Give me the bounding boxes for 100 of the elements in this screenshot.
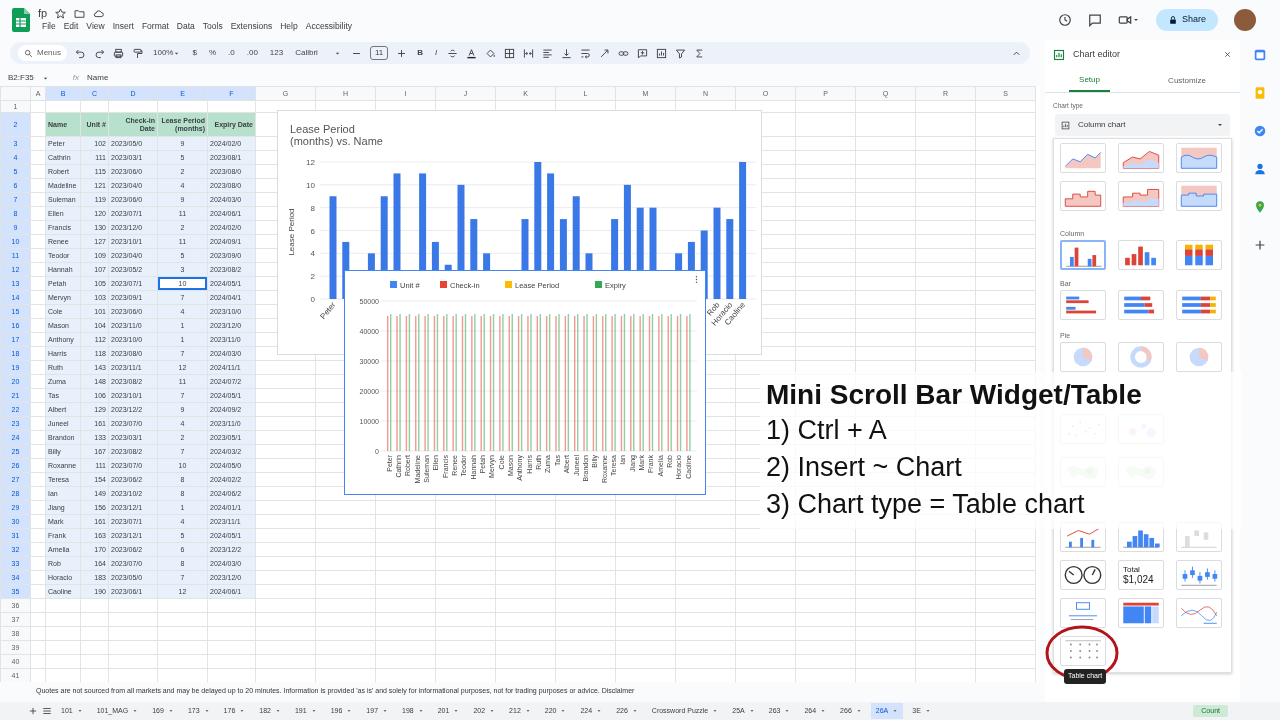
menu-item[interactable]: File [38,20,60,33]
caret-icon [924,708,931,714]
add-sheet-icon[interactable] [28,706,38,716]
merge-cells-icon[interactable] [523,47,535,59]
caret-icon [712,708,719,714]
caret-icon [524,708,531,714]
caret-icon [167,708,174,714]
menu-item[interactable]: Insert [108,20,138,33]
menu-item[interactable]: Help [276,20,302,33]
menu-item[interactable]: Accessibility [301,20,356,33]
chart-type-dropdown[interactable]: Column chart [1055,114,1230,137]
caret-icon [239,708,246,714]
caption-step: 3) Chart type = Table chart [766,489,1085,519]
strikethrough-icon[interactable] [447,47,459,59]
add-icon[interactable] [1253,238,1267,252]
redo-icon[interactable] [94,47,105,59]
menu-item[interactable]: Tools [198,20,227,33]
axis-tick-label: 10 [306,180,315,190]
fill-color-icon[interactable] [485,47,497,59]
chart-card[interactable] [344,270,706,495]
spreadsheet-logo-icon[interactable] [12,8,30,32]
caret-icon [631,708,638,714]
zoom-dropdown[interactable]: 100% [151,47,183,59]
caret-icon [820,708,827,714]
chart-icon [1053,48,1065,61]
axis-tick-label: 6 [310,226,315,236]
format-button[interactable]: $ [190,47,199,59]
fx-label: fx [72,72,80,84]
undo-icon[interactable] [75,47,86,59]
avatar[interactable] [1234,9,1256,31]
paint-roller-icon[interactable] [132,47,143,59]
chart-type-option[interactable] [1060,560,1106,591]
cloud-icon[interactable] [93,8,105,20]
star-icon[interactable] [55,8,67,20]
text-color-icon[interactable] [466,47,478,59]
format-button[interactable]: 123 [267,47,286,59]
menu-search-field[interactable]: Menus [18,45,67,61]
tab[interactable]: Customize [1158,69,1216,92]
axis-tick-label: 4 [310,249,315,259]
menu-item[interactable]: Extensions [226,20,277,33]
borders-icon[interactable] [504,47,516,59]
filter-icon[interactable] [675,47,687,59]
caption-step: 1) Ctrl + A [766,415,887,445]
caption-title: Mini Scroll Bar Widget/Table [766,379,1142,410]
all-sheets-icon[interactable] [42,706,52,716]
history-icon[interactable] [1057,13,1072,27]
caret-icon [748,708,755,714]
print-icon[interactable] [113,47,124,59]
menu-item[interactable]: View [82,20,109,33]
chart-type-option[interactable] [1060,598,1106,629]
font-dropdown[interactable]: Calibri [293,47,343,59]
calendar-icon[interactable] [1253,48,1267,62]
caret-icon [784,708,791,714]
text-style-button[interactable]: I [433,47,440,59]
menu-item[interactable]: Data [172,20,199,33]
wrap-text-icon[interactable] [580,47,592,59]
check-circle-icon[interactable] [1253,124,1267,138]
caret-icon [560,708,567,714]
format-button[interactable]: .00 [244,47,260,59]
axis-tick-label: 2 [310,272,315,282]
map-pin-icon[interactable] [1253,200,1267,214]
caret-icon [310,708,317,714]
comment-icon[interactable] [1087,13,1102,27]
menu-item[interactable]: Edit [59,20,83,33]
chart-title: Lease Period (months) vs. Name [289,122,384,147]
plus-icon[interactable] [396,47,408,59]
align-icon[interactable] [542,47,554,59]
share-button[interactable]: Share [1155,9,1218,31]
caret-icon [76,708,83,714]
close-icon[interactable] [1223,50,1232,60]
person-icon[interactable] [1253,162,1267,176]
document-title[interactable]: fp [38,7,48,21]
caret-icon [892,708,899,714]
chart-icon[interactable] [656,47,668,59]
text-style-button[interactable]: B [415,47,425,59]
caret-icon [596,708,603,714]
add-comment-icon[interactable] [637,47,649,59]
tab[interactable]: Setup [1069,69,1110,92]
search-icon [24,48,33,58]
caret-icon [132,708,139,714]
format-button[interactable]: .0 [226,47,237,59]
axis-tick-label: 8 [310,203,315,213]
font-size-field[interactable]: 11 [369,46,389,60]
formula-text[interactable]: Name [87,72,109,84]
format-button[interactable]: % [206,47,219,59]
axis-tick-label: 0 [310,295,315,304]
lock-icon [1167,15,1178,25]
chart-type-option[interactable]: Total $1,024 [1118,560,1164,591]
caret-icon [203,708,210,714]
caret-icon [417,708,424,714]
text-rotation-icon[interactable] [599,47,611,59]
chart-icon [1061,120,1070,130]
caret-icon [274,708,281,714]
menu-item[interactable]: Format [137,20,173,33]
folder-icon[interactable] [74,8,86,20]
caret-icon [489,708,496,714]
caption-step: 2) Insert ~ Chart [766,452,962,482]
video-camera-icon[interactable] [1117,13,1132,27]
name-box[interactable]: B2:F35 [8,72,34,84]
vertical-align-icon[interactable] [561,47,573,59]
